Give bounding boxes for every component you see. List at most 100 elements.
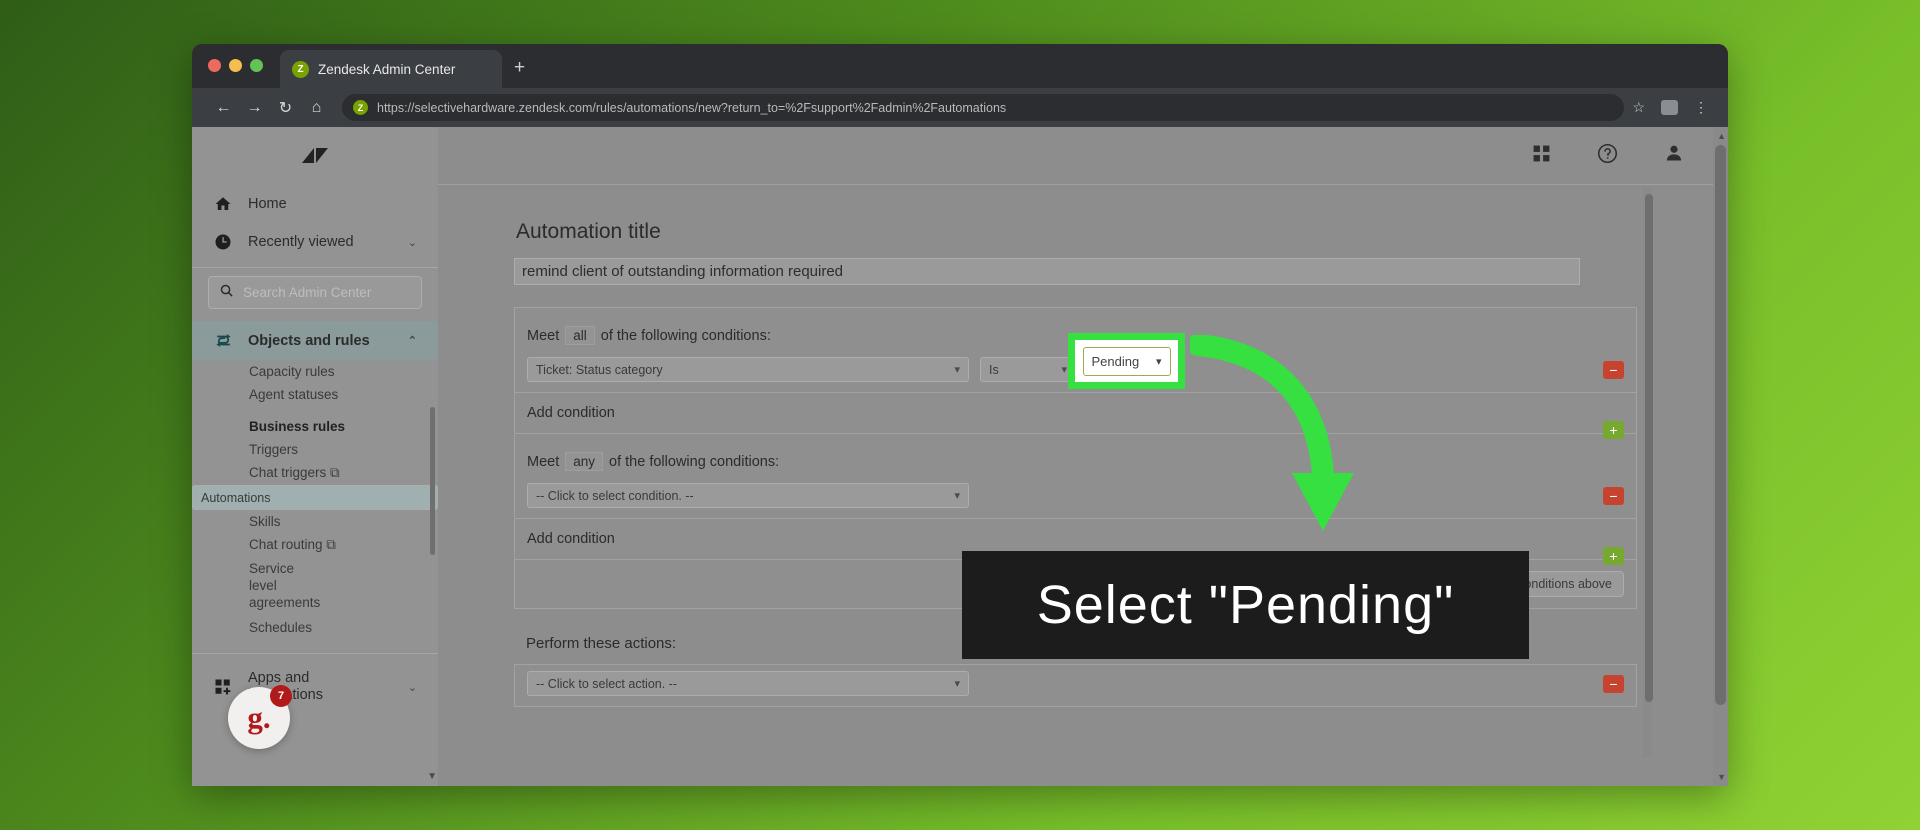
pending-value-label: Pending bbox=[1091, 353, 1140, 369]
sidebar-item-service-level-agreements[interactable]: Service level agreements bbox=[192, 557, 320, 616]
browser-menu-icon[interactable]: ⋮ bbox=[1694, 99, 1708, 116]
chevron-down-icon: ▾ bbox=[1061, 364, 1067, 376]
apps-icon bbox=[213, 678, 233, 696]
sidebar-item-automations[interactable]: Automations bbox=[192, 485, 438, 510]
highlight-inner: Pending ▾ bbox=[1075, 340, 1178, 382]
meet-prefix: Meet bbox=[527, 327, 560, 344]
address-bar-url: https://selectivehardware.zendesk.com/ru… bbox=[377, 100, 1007, 115]
action-select[interactable]: -- Click to select action. -- ▾ bbox=[527, 671, 969, 696]
browser-tab[interactable]: Z Zendesk Admin Center bbox=[280, 50, 502, 88]
actions-card: -- Click to select action. -- ▾ − bbox=[514, 664, 1637, 707]
scroll-up-icon[interactable]: ▲ bbox=[1717, 131, 1726, 141]
sidebar-divider bbox=[192, 267, 438, 268]
grid-apps-icon[interactable] bbox=[1532, 144, 1551, 168]
grammarly-logo-icon: g. bbox=[247, 700, 271, 735]
chevron-down-icon: ▾ bbox=[1155, 355, 1162, 368]
home-icon[interactable]: ⌂ bbox=[301, 92, 332, 123]
remove-condition-button[interactable]: − bbox=[1603, 360, 1624, 379]
add-condition-label[interactable]: Add condition bbox=[527, 531, 615, 547]
sidebar-divider-2 bbox=[192, 652, 438, 654]
zendesk-admin-app: Home Recently viewed ⌄ Search Admin Cent… bbox=[192, 127, 1728, 786]
reload-icon[interactable]: ↻ bbox=[270, 92, 301, 123]
close-window-button[interactable] bbox=[208, 59, 221, 72]
sidebar-item-apps-and-integrations[interactable]: Apps and integrations ⌄ bbox=[192, 660, 438, 715]
content-scrollbar-track[interactable] bbox=[1643, 186, 1653, 758]
action-row: -- Click to select action. -- ▾ − bbox=[515, 665, 1636, 706]
grammarly-widget[interactable]: g. 7 bbox=[228, 685, 292, 749]
content-scrollbar-thumb[interactable] bbox=[1645, 194, 1653, 702]
sidebar-item-label: Objects and rules bbox=[248, 332, 370, 349]
extensions-icon[interactable] bbox=[1661, 100, 1678, 115]
search-icon bbox=[219, 283, 234, 303]
add-condition-button[interactable]: + bbox=[1603, 421, 1624, 439]
sidebar-item-skills[interactable]: Skills bbox=[192, 510, 438, 533]
sidebar-item-capacity-rules[interactable]: Capacity rules bbox=[192, 360, 438, 383]
instruction-text: Select "Pending" bbox=[1036, 575, 1455, 635]
sidebar-item-chat-triggers[interactable]: Chat triggers ⧉ bbox=[192, 461, 438, 485]
new-tab-button[interactable]: + bbox=[514, 58, 525, 77]
condition-operator-select[interactable]: Is ▾ bbox=[980, 357, 1076, 382]
meet-suffix: of the following conditions: bbox=[600, 327, 771, 344]
forward-icon[interactable]: → bbox=[239, 92, 270, 123]
sidebar-sublist: Capacity rules Agent statuses Business r… bbox=[192, 360, 438, 639]
meet-any-label: Meet any of the following conditions: bbox=[515, 433, 1636, 477]
sidebar-section-objects-and-rules: Objects and rules ⌃ bbox=[192, 321, 438, 360]
minimize-window-button[interactable] bbox=[229, 59, 242, 72]
sidebar-item-home[interactable]: Home bbox=[192, 185, 438, 223]
remove-condition-button[interactable]: − bbox=[1603, 486, 1624, 505]
help-circle-icon[interactable] bbox=[1597, 143, 1618, 169]
sidebar-item-recently-viewed[interactable]: Recently viewed ⌄ bbox=[192, 223, 438, 261]
highlight-box: Pending ▾ bbox=[1068, 333, 1185, 389]
chevron-down-icon[interactable]: ⌄ bbox=[408, 681, 417, 694]
maximize-window-button[interactable] bbox=[250, 59, 263, 72]
automation-form: Automation title Meet all of the followi… bbox=[438, 186, 1728, 786]
chevron-up-icon[interactable]: ⌃ bbox=[408, 334, 417, 347]
zendesk-favicon-icon: Z bbox=[292, 60, 309, 78]
condition-field-select[interactable]: -- Click to select condition. -- ▾ bbox=[527, 483, 969, 508]
condition-field-value: Ticket: Status category bbox=[536, 362, 663, 377]
search-input[interactable]: Search Admin Center bbox=[208, 276, 422, 309]
page-scrollbar-thumb[interactable] bbox=[1715, 145, 1726, 705]
sidebar-item-agent-statuses[interactable]: Agent statuses bbox=[192, 383, 438, 406]
meet-operator-all[interactable]: all bbox=[565, 326, 595, 345]
sidebar-item-objects-and-rules[interactable]: Objects and rules ⌃ bbox=[192, 321, 438, 360]
objects-rules-icon bbox=[213, 331, 233, 350]
add-condition-label[interactable]: Add condition bbox=[527, 405, 615, 421]
main-content: Automation title Meet all of the followi… bbox=[438, 127, 1728, 786]
site-favicon-icon: Z bbox=[353, 100, 368, 115]
page-scrollbar-track[interactable]: ▲ ▼ bbox=[1713, 127, 1728, 786]
scroll-down-icon[interactable]: ▼ bbox=[1717, 772, 1726, 782]
sidebar-item-schedules[interactable]: Schedules bbox=[192, 616, 438, 639]
bookmark-star-icon[interactable]: ☆ bbox=[1632, 99, 1645, 116]
back-icon[interactable]: ← bbox=[208, 92, 239, 123]
action-value: -- Click to select action. -- bbox=[536, 676, 678, 691]
clock-icon bbox=[213, 233, 233, 251]
window-controls[interactable] bbox=[208, 59, 263, 72]
meet-operator-any[interactable]: any bbox=[565, 452, 604, 471]
sidebar-scrollbar[interactable] bbox=[430, 407, 435, 555]
chevron-down-icon[interactable]: ⌄ bbox=[408, 236, 417, 249]
user-avatar-icon[interactable] bbox=[1664, 143, 1684, 168]
remove-action-button[interactable]: − bbox=[1603, 674, 1624, 693]
sidebar-item-triggers[interactable]: Triggers bbox=[192, 438, 438, 461]
pending-value-select[interactable]: Pending ▾ bbox=[1082, 346, 1171, 376]
page-title: Automation title bbox=[516, 220, 661, 243]
sidebar-item-label: Home bbox=[248, 196, 287, 212]
sidebar-item-chat-routing[interactable]: Chat routing ⧉ bbox=[192, 533, 438, 557]
condition-field-value: -- Click to select condition. -- bbox=[536, 488, 694, 503]
browser-tab-title: Zendesk Admin Center bbox=[318, 61, 456, 77]
address-bar[interactable]: Z https://selectivehardware.zendesk.com/… bbox=[342, 94, 1625, 121]
zendesk-logo-svg bbox=[302, 148, 328, 163]
condition-field-select[interactable]: Ticket: Status category ▾ bbox=[527, 357, 969, 382]
browser-window: Z Zendesk Admin Center + ← → ↻ ⌂ Z https… bbox=[192, 44, 1728, 786]
condition-operator-value: Is bbox=[989, 362, 999, 377]
meet-suffix: of the following conditions: bbox=[609, 453, 780, 470]
zendesk-logo-icon[interactable] bbox=[192, 127, 438, 185]
automation-title-input[interactable] bbox=[514, 258, 1580, 285]
chevron-down-icon: ▾ bbox=[954, 678, 960, 690]
sidebar-scroll-down-icon[interactable]: ▼ bbox=[427, 771, 437, 782]
chevron-down-icon: ▾ bbox=[954, 364, 960, 376]
sidebar-heading-business-rules: Business rules bbox=[249, 419, 346, 434]
grammarly-badge-count: 7 bbox=[270, 685, 292, 707]
add-condition-button[interactable]: + bbox=[1603, 547, 1624, 565]
